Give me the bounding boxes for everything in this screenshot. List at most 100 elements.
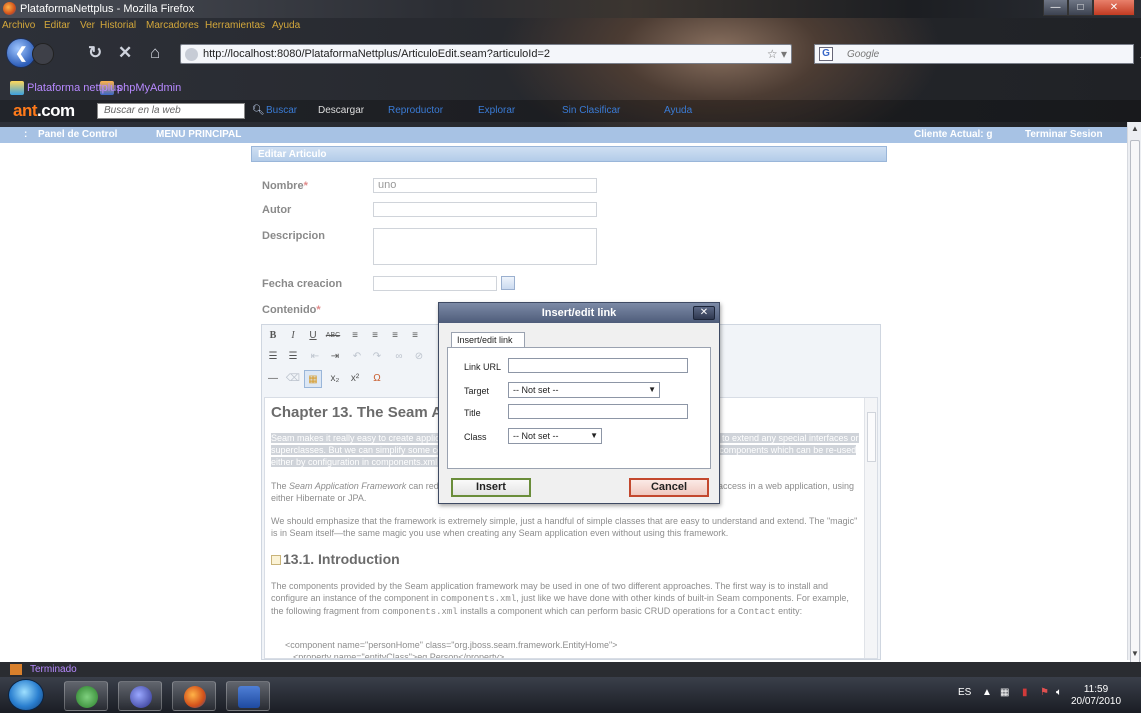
ant-descargar[interactable]: Descargar bbox=[318, 105, 364, 116]
underline-button[interactable]: U bbox=[304, 327, 322, 345]
bullet-list-button[interactable]: ☰ bbox=[264, 348, 282, 366]
unlink-button[interactable]: ⊘ bbox=[410, 348, 428, 366]
class-select[interactable]: -- Not set -- ▼ bbox=[508, 428, 602, 444]
taskbar-app-word[interactable] bbox=[226, 681, 270, 711]
undo-button[interactable]: ↶ bbox=[348, 348, 366, 366]
nav-menu-principal[interactable]: MENU PRINCIPAL bbox=[156, 129, 241, 140]
bookmark-plataforma-nettplus[interactable]: Plataforma nettplus bbox=[27, 82, 122, 94]
title-field[interactable] bbox=[508, 404, 688, 419]
logout-link[interactable]: Terminar Sesion bbox=[1025, 129, 1103, 140]
volume-icon[interactable]: 🔈︎ bbox=[1056, 687, 1062, 698]
nombre-field[interactable]: uno bbox=[373, 178, 597, 193]
doc-paragraph-4: The components provided by the Seam appl… bbox=[271, 581, 849, 617]
signal-tray-icon[interactable]: ▮ bbox=[1022, 687, 1028, 698]
clock-date: 20/07/2010 bbox=[1070, 696, 1122, 707]
address-bar[interactable]: http://localhost:8080/PlataformaNettplus… bbox=[180, 44, 792, 64]
numbered-list-button[interactable]: ☰ bbox=[284, 348, 302, 366]
panel-title: Editar Articulo bbox=[258, 149, 327, 160]
bookmark-phpmyadmin[interactable]: phpMyAdmin bbox=[117, 82, 181, 94]
menu-ayuda[interactable]: Ayuda bbox=[272, 20, 300, 31]
calendar-icon[interactable] bbox=[501, 276, 515, 290]
site-identity-icon[interactable] bbox=[185, 48, 198, 61]
menu-marcadores[interactable]: Marcadores bbox=[146, 20, 199, 31]
ant-reproductor[interactable]: Reproductor bbox=[388, 105, 443, 116]
nav-panel-de-control[interactable]: Panel de Control bbox=[38, 129, 117, 140]
anchor-icon bbox=[271, 555, 281, 566]
minimize-button[interactable]: — bbox=[1043, 0, 1068, 16]
reload-icon[interactable]: ↻ bbox=[88, 43, 102, 63]
taskbar-app-firefox[interactable] bbox=[172, 681, 216, 711]
editor-scroll-thumb[interactable] bbox=[867, 412, 876, 462]
align-left-button[interactable]: ≡ bbox=[346, 327, 364, 345]
class-label: Class bbox=[464, 432, 487, 442]
subscript-button[interactable]: x₂ bbox=[326, 370, 344, 388]
editor-scrollbar[interactable] bbox=[864, 398, 877, 658]
indent-button[interactable]: ⇥ bbox=[326, 348, 344, 366]
menu-ver[interactable]: Ver bbox=[80, 20, 95, 31]
menu-editar[interactable]: Editar bbox=[44, 20, 70, 31]
link-button[interactable]: ∞ bbox=[390, 348, 408, 366]
taskbar-app-eclipse[interactable] bbox=[118, 681, 162, 711]
ant-search-input[interactable]: Buscar en la web bbox=[97, 103, 245, 119]
target-label: Target bbox=[464, 386, 490, 396]
link-url-field[interactable] bbox=[508, 358, 688, 373]
close-window-button[interactable]: ✕ bbox=[1093, 0, 1135, 16]
ant-explorar[interactable]: Explorar bbox=[478, 105, 515, 116]
ant-sin-clasificar[interactable]: Sin Clasificar bbox=[562, 105, 620, 116]
taskbar-app-users[interactable] bbox=[64, 681, 108, 711]
page-scrollbar[interactable]: ▲ ▼ bbox=[1127, 122, 1141, 670]
panel-header: Editar Articulo bbox=[251, 146, 887, 162]
maximize-button[interactable]: □ bbox=[1068, 0, 1093, 16]
bookmark-star-icon[interactable]: ☆ ▾ bbox=[767, 47, 787, 61]
status-text: Terminado bbox=[30, 664, 77, 675]
align-justify-button[interactable]: ≡ bbox=[406, 327, 424, 345]
window-titlebar: PlataformaNettplus - Mozilla Firefox — □… bbox=[0, 0, 1141, 18]
ant-ayuda[interactable]: Ayuda bbox=[664, 105, 692, 116]
ant-search-icon[interactable]: 🔍︎ bbox=[252, 105, 265, 116]
scroll-up-icon[interactable]: ▲ bbox=[1131, 124, 1139, 133]
tab-insert-edit-link[interactable]: Insert/edit link bbox=[451, 332, 525, 348]
ant-logo[interactable]: ant.com bbox=[13, 101, 75, 121]
strikethrough-button[interactable]: ABC bbox=[324, 327, 342, 345]
flag-tray-icon[interactable]: ⚑ bbox=[1040, 687, 1049, 698]
stop-icon[interactable]: ✕ bbox=[118, 43, 132, 63]
doc-paragraph-3: We should emphasize that the framework i… bbox=[271, 516, 858, 538]
descripcion-field[interactable] bbox=[373, 228, 597, 265]
redo-button[interactable]: ↷ bbox=[368, 348, 386, 366]
superscript-button[interactable]: x² bbox=[346, 370, 364, 388]
fecha-creacion-field[interactable] bbox=[373, 276, 497, 291]
target-select[interactable]: -- Not set -- ▼ bbox=[508, 382, 660, 398]
app-nav-separator: : bbox=[24, 129, 28, 140]
start-button[interactable] bbox=[8, 679, 44, 711]
outdent-button[interactable]: ⇤ bbox=[306, 348, 324, 366]
align-right-button[interactable]: ≡ bbox=[386, 327, 404, 345]
menu-bar: Archivo Editar Ver Historial Marcadores … bbox=[0, 18, 1141, 34]
contenido-label: Contenido* bbox=[262, 304, 321, 316]
dialog-close-button[interactable]: ✕ bbox=[693, 306, 715, 320]
table-button[interactable]: ▦ bbox=[304, 370, 322, 388]
home-icon[interactable]: ⌂ bbox=[150, 43, 160, 63]
search-bar[interactable]: G Google ⌕ bbox=[814, 44, 1141, 64]
menu-herramientas[interactable]: Herramientas bbox=[205, 20, 265, 31]
status-bar: Terminado bbox=[0, 662, 1141, 677]
scroll-down-icon[interactable]: ▼ bbox=[1131, 649, 1139, 658]
google-engine-icon[interactable]: G bbox=[819, 47, 833, 61]
taskbar-clock[interactable]: 11:59 20/07/2010 bbox=[1068, 684, 1124, 708]
italic-button[interactable]: I bbox=[284, 327, 302, 345]
menu-historial[interactable]: Historial bbox=[100, 20, 136, 31]
insert-button[interactable]: Insert bbox=[451, 478, 531, 497]
ant-buscar[interactable]: Buscar bbox=[266, 105, 297, 116]
language-indicator[interactable]: ES bbox=[958, 687, 971, 698]
autor-field[interactable] bbox=[373, 202, 597, 217]
menu-archivo[interactable]: Archivo bbox=[2, 20, 35, 31]
cancel-button[interactable]: Cancel bbox=[629, 478, 709, 497]
horizontal-rule-button[interactable]: — bbox=[264, 370, 282, 388]
network-tray-icon[interactable]: ▦ bbox=[1000, 687, 1009, 698]
remove-format-button[interactable]: ⌫ bbox=[284, 370, 302, 388]
page-scroll-thumb[interactable] bbox=[1130, 140, 1140, 670]
bold-button[interactable]: B bbox=[264, 327, 282, 345]
tray-expand-icon[interactable]: ▲ bbox=[982, 687, 992, 698]
forward-button[interactable] bbox=[32, 43, 54, 65]
special-char-button[interactable]: Ω bbox=[368, 370, 386, 388]
align-center-button[interactable]: ≡ bbox=[366, 327, 384, 345]
